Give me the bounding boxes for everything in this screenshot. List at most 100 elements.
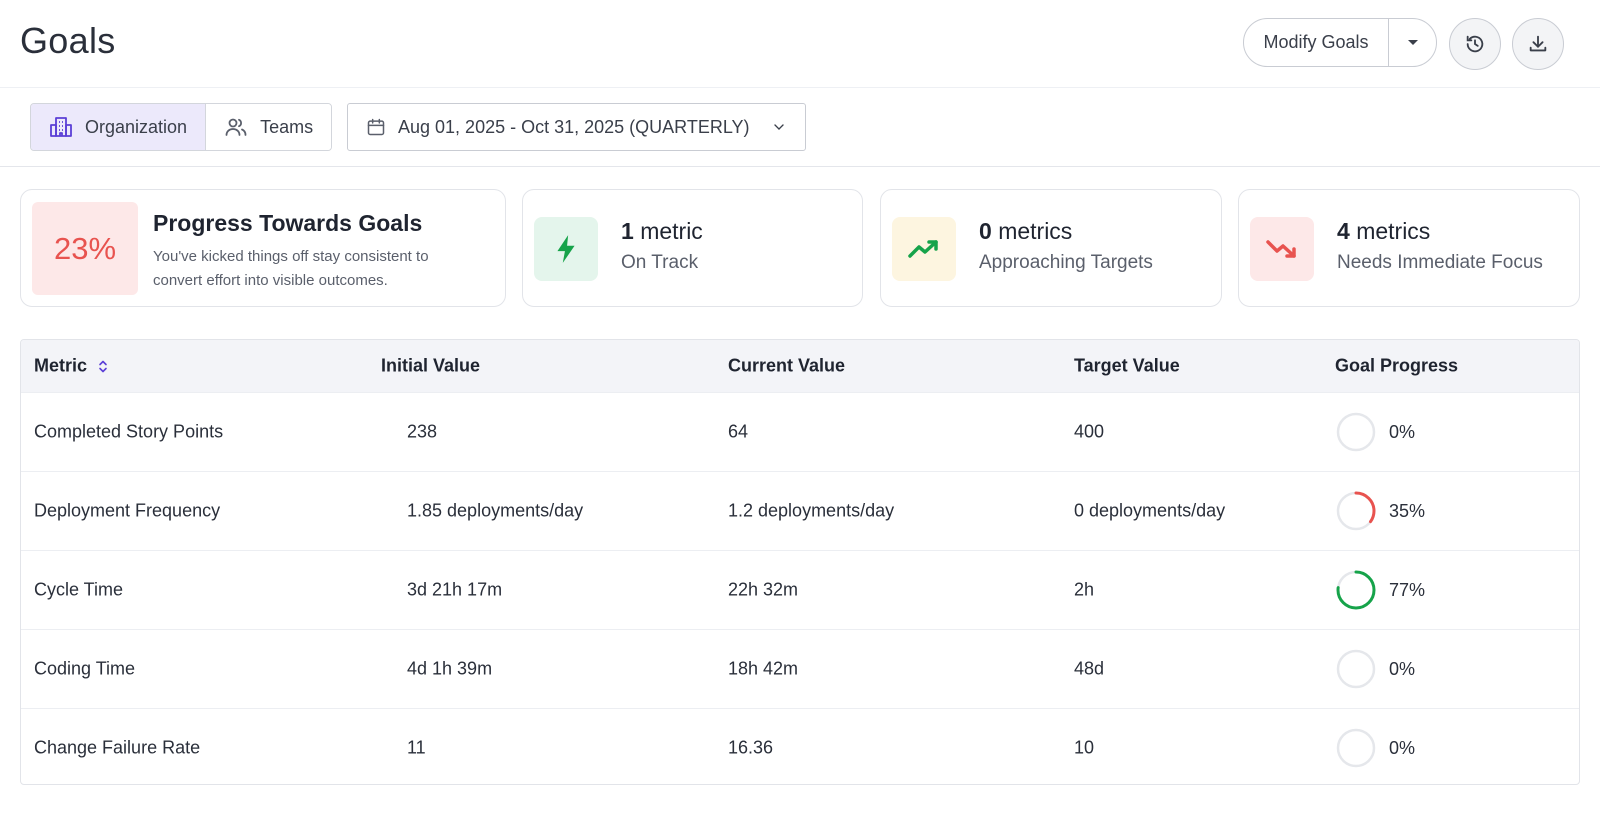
sort-icon bbox=[99, 360, 107, 372]
header-current-value: Current Value bbox=[728, 355, 846, 376]
page-title: Goals bbox=[20, 20, 116, 61]
table-row[interactable]: Change Failure Rate 11 16.36 10 0% bbox=[21, 708, 1579, 784]
goal-progress-label: 35% bbox=[1389, 500, 1426, 521]
tab-organization-label: Organization bbox=[85, 116, 188, 137]
goal-progress-cell: 35% bbox=[1335, 490, 1425, 532]
table-body: Completed Story Points 238 64 400 0% Deployme… bbox=[21, 392, 1579, 784]
initial-value-cell: 4d 1h 39m bbox=[407, 658, 493, 679]
table-row[interactable]: Cycle Time 3d 21h 17m 22h 32m 2h 77% bbox=[21, 550, 1579, 629]
current-value-cell: 64 bbox=[728, 421, 749, 442]
metric-cell: Completed Story Points bbox=[34, 421, 224, 442]
current-value-cell: 16.36 bbox=[728, 737, 774, 758]
progress-percent: 23% bbox=[32, 202, 138, 295]
history-icon bbox=[1466, 35, 1484, 53]
goal-progress-label: 0% bbox=[1389, 737, 1416, 758]
approaching-unit: metrics bbox=[998, 218, 1073, 244]
initial-value-cell: 1.85 deployments/day bbox=[407, 500, 584, 521]
progress-ring-track bbox=[1336, 649, 1376, 689]
goal-progress-label: 0% bbox=[1389, 658, 1416, 679]
target-value-cell: 0 deployments/day bbox=[1074, 500, 1226, 521]
tab-teams[interactable]: Teams bbox=[206, 104, 332, 150]
scope-toggle: Organization Teams bbox=[30, 103, 333, 151]
on-track-stat: 1 metric bbox=[621, 218, 703, 245]
target-value-cell: 2h bbox=[1074, 579, 1095, 600]
table-row[interactable]: Coding Time 4d 1h 39m 18h 42m 48d 0% bbox=[21, 629, 1579, 708]
goal-progress-label: 77% bbox=[1389, 579, 1426, 600]
trend-up-icon bbox=[908, 240, 938, 258]
goals-table: Metric Initial Value Current Value Targe… bbox=[20, 339, 1580, 785]
filter-bar: Organization Teams Aug 01, 2025 - Oct 31… bbox=[0, 88, 1600, 167]
date-range-text: Aug 01, 2025 - Oct 31, 2025 (QUARTERLY) bbox=[398, 116, 750, 137]
download-button[interactable] bbox=[1512, 18, 1564, 70]
progress-description: You've kicked things off stay consistent… bbox=[153, 248, 429, 289]
history-button[interactable] bbox=[1449, 18, 1501, 70]
goal-progress-cell: 0% bbox=[1335, 727, 1415, 769]
date-range-picker[interactable]: Aug 01, 2025 - Oct 31, 2025 (QUARTERLY) bbox=[347, 103, 806, 151]
metric-cell: Deployment Frequency bbox=[34, 500, 221, 521]
metric-cell: Change Failure Rate bbox=[34, 737, 201, 758]
progress-ring-track bbox=[1336, 728, 1376, 768]
metric-cell: Cycle Time bbox=[34, 579, 124, 600]
lightning-icon bbox=[557, 235, 575, 263]
approaching-card: 0 metrics Approaching Targets bbox=[880, 189, 1222, 307]
initial-value-cell: 11 bbox=[407, 737, 426, 758]
initial-value-cell: 3d 21h 17m bbox=[407, 579, 503, 600]
progress-ring bbox=[1336, 728, 1376, 768]
progress-ring bbox=[1336, 570, 1376, 610]
on-track-count: 1 bbox=[621, 218, 634, 244]
progress-ring bbox=[1336, 649, 1376, 689]
modify-goals-split-button: Modify Goals bbox=[1243, 18, 1437, 67]
progress-ring-track bbox=[1336, 412, 1376, 452]
on-track-label: On Track bbox=[621, 252, 699, 273]
table-header: Metric Initial Value Current Value Targe… bbox=[21, 340, 1579, 392]
table-row[interactable]: Completed Story Points 238 64 400 0% bbox=[21, 392, 1579, 471]
header-metric[interactable]: Metric bbox=[34, 356, 109, 377]
approaching-count: 0 bbox=[979, 218, 992, 244]
trend-down-icon bbox=[1266, 240, 1296, 258]
table-row[interactable]: Deployment Frequency 1.85 deployments/day… bbox=[21, 471, 1579, 550]
users-icon bbox=[225, 118, 247, 136]
caret-down-icon bbox=[1407, 39, 1418, 45]
goal-progress-cell: 0% bbox=[1335, 411, 1415, 453]
needs-focus-label: Needs Immediate Focus bbox=[1337, 252, 1543, 273]
target-value-cell: 400 bbox=[1074, 421, 1105, 442]
progress-ring bbox=[1336, 491, 1376, 531]
target-value-cell: 48d bbox=[1074, 658, 1105, 679]
on-track-card: 1 metric On Track bbox=[522, 189, 863, 307]
modify-goals-button[interactable]: Modify Goals bbox=[1244, 19, 1389, 66]
tab-organization[interactable]: Organization bbox=[31, 104, 207, 150]
header-metric-label: Metric bbox=[34, 355, 88, 376]
on-track-icon-box bbox=[534, 217, 598, 281]
needs-focus-count: 4 bbox=[1337, 218, 1350, 244]
needs-focus-icon-box bbox=[1250, 217, 1314, 281]
metric-cell: Coding Time bbox=[34, 658, 136, 679]
page-header: Goals Modify Goals bbox=[0, 0, 1600, 88]
goal-progress-cell: 77% bbox=[1335, 569, 1425, 611]
chevron-down-icon bbox=[774, 124, 784, 130]
goal-progress-label: 0% bbox=[1389, 421, 1416, 442]
progress-card: 23% Progress Towards Goals You've kicked… bbox=[20, 189, 506, 307]
header-target-value: Target Value bbox=[1074, 355, 1180, 376]
approaching-stat: 0 metrics bbox=[979, 218, 1072, 245]
header-goal-progress: Goal Progress bbox=[1335, 355, 1459, 376]
goal-progress-cell: 0% bbox=[1335, 648, 1415, 690]
target-value-cell: 10 bbox=[1074, 737, 1095, 758]
progress-title: Progress Towards Goals bbox=[153, 210, 423, 236]
current-value-cell: 18h 42m bbox=[728, 658, 799, 679]
approaching-icon-box bbox=[892, 217, 956, 281]
building-icon bbox=[50, 117, 72, 137]
header-initial-value: Initial Value bbox=[381, 355, 481, 376]
on-track-unit: metric bbox=[640, 218, 703, 244]
needs-focus-unit: metrics bbox=[1356, 218, 1431, 244]
current-value-cell: 1.2 deployments/day bbox=[728, 500, 895, 521]
calendar-icon bbox=[367, 118, 385, 136]
progress-ring bbox=[1336, 412, 1376, 452]
download-icon bbox=[1529, 35, 1547, 52]
initial-value-cell: 238 bbox=[407, 421, 438, 442]
needs-focus-stat: 4 metrics bbox=[1337, 218, 1430, 245]
needs-focus-card: 4 metrics Needs Immediate Focus bbox=[1238, 189, 1580, 307]
approaching-label: Approaching Targets bbox=[979, 252, 1153, 273]
tab-teams-label: Teams bbox=[260, 116, 314, 137]
modify-goals-dropdown-button[interactable] bbox=[1389, 19, 1436, 66]
current-value-cell: 22h 32m bbox=[728, 579, 799, 600]
